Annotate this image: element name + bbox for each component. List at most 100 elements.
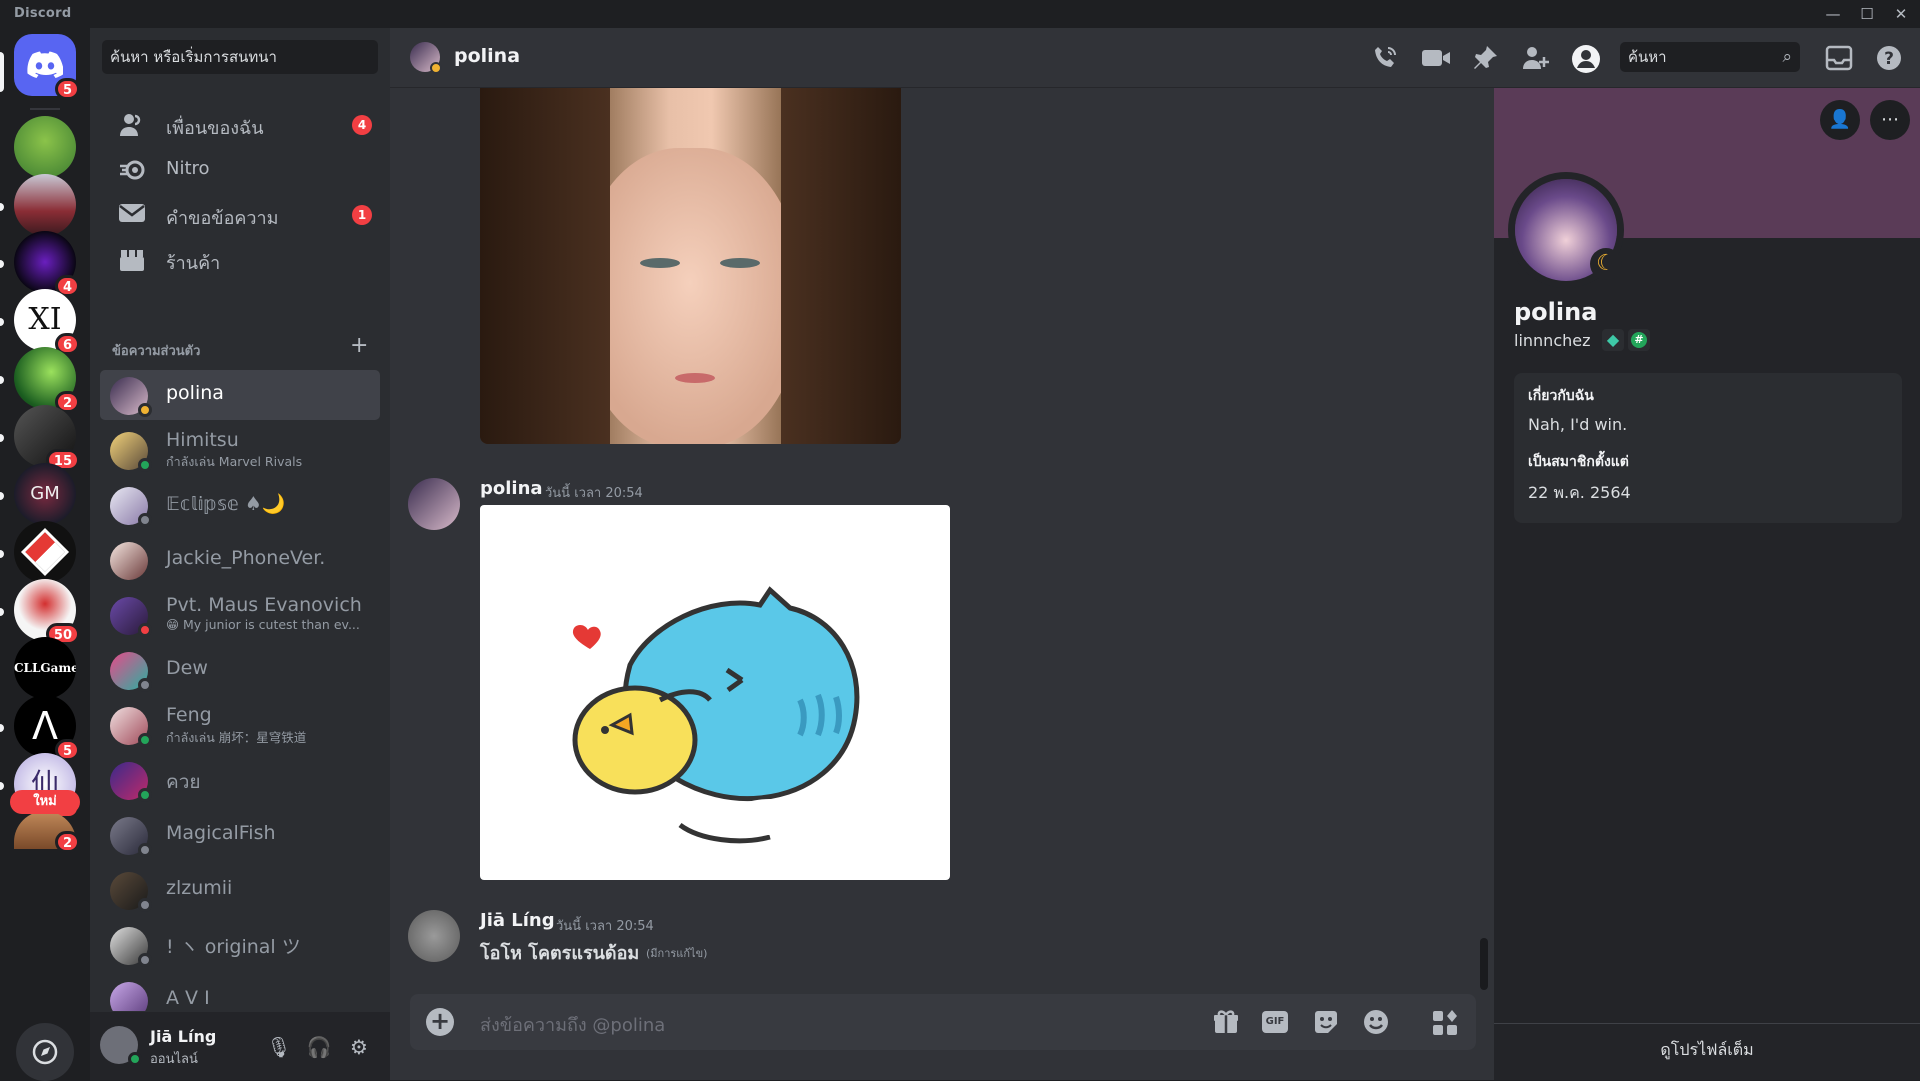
- user-status: ออนไลน์: [150, 1052, 198, 1067]
- unread-indicator: [0, 550, 4, 558]
- inbox-icon[interactable]: [1824, 43, 1856, 75]
- unread-indicator: [0, 608, 4, 616]
- pin-icon[interactable]: [1470, 43, 1502, 75]
- server-icon[interactable]: 50: [14, 579, 80, 645]
- nav-shop[interactable]: ร้านค้า: [100, 235, 380, 285]
- server-icon[interactable]: 2: [14, 811, 80, 853]
- about-me-text: Nah, I'd win.: [1528, 415, 1628, 434]
- unread-indicator: [0, 376, 4, 384]
- headphones-icon[interactable]: 🎧: [304, 1032, 334, 1062]
- dm-item-zlzumii[interactable]: zlzumii: [100, 865, 380, 915]
- server-icon[interactable]: CLLGames: [14, 637, 76, 699]
- minimize-icon[interactable]: —: [1816, 3, 1850, 25]
- video-call-icon[interactable]: [1420, 43, 1452, 75]
- maximize-icon[interactable]: ☐: [1850, 3, 1884, 25]
- message-image-sticker[interactable]: [480, 505, 950, 880]
- channel-name: polina: [454, 45, 521, 67]
- nav-friends[interactable]: เพื่อนของฉัน 4: [100, 100, 380, 150]
- server-icon[interactable]: [14, 116, 76, 178]
- add-friend-icon[interactable]: 👤: [1820, 100, 1860, 140]
- user-profile-icon[interactable]: [1570, 43, 1602, 75]
- member-since-heading: เป็นสมาชิกตั้งแต่: [1528, 454, 1629, 470]
- status-indicator: [138, 843, 152, 857]
- voice-call-icon[interactable]: [1370, 43, 1402, 75]
- dm-section-header: ข้อความส่วนตัว: [112, 344, 201, 359]
- server-icon[interactable]: [14, 174, 76, 236]
- add-friends-icon[interactable]: [1520, 43, 1552, 75]
- help-icon[interactable]: ?: [1874, 43, 1906, 75]
- nav-label: Nitro: [166, 158, 210, 179]
- nav-message-requests[interactable]: คำขอข้อความ 1: [100, 190, 380, 240]
- title-bar: Discord — ☐ ✕: [0, 0, 1920, 28]
- server-icon[interactable]: 2: [14, 347, 80, 413]
- emoji-icon[interactable]: [1362, 1008, 1392, 1038]
- profile-username: linnnchez: [1514, 331, 1591, 350]
- apps-icon[interactable]: [1430, 1008, 1460, 1038]
- header-search-input[interactable]: ค้นหา ⌕: [1620, 42, 1800, 72]
- app-title: Discord: [14, 6, 72, 21]
- dm-item-feng[interactable]: Feng กำลังเล่น 崩坏：星穹铁道: [100, 700, 380, 750]
- new-unreads-pill[interactable]: ใหม่: [10, 790, 80, 814]
- server-icon[interactable]: Λ5: [14, 695, 80, 761]
- profile-display-name: polina: [1514, 298, 1598, 326]
- scrollbar-thumb[interactable]: [1480, 938, 1488, 990]
- gift-icon[interactable]: [1212, 1008, 1242, 1038]
- badge-hashtag-icon[interactable]: #: [1628, 329, 1650, 351]
- gif-button[interactable]: GIF: [1262, 1008, 1292, 1038]
- dm-name: Feng: [166, 704, 212, 726]
- server-name-label: CLLGames: [14, 637, 76, 699]
- home-button[interactable]: 5: [14, 34, 80, 100]
- close-icon[interactable]: ✕: [1884, 3, 1918, 25]
- status-indicator: [138, 898, 152, 912]
- home-badge: 5: [54, 78, 80, 100]
- status-indicator: [138, 458, 152, 472]
- dm-name: 𝔼𝕔𝕝𝕚𝕡𝕤𝕖 ♠🌙: [166, 493, 286, 515]
- channel-header: polina ค้นหา ⌕ ?: [390, 28, 1920, 88]
- dm-item-polina[interactable]: polina: [100, 370, 380, 420]
- compass-icon: [16, 1023, 74, 1081]
- dm-name: ควย: [166, 771, 201, 793]
- sticker-icon[interactable]: [1312, 1008, 1342, 1038]
- attach-plus-icon[interactable]: +: [426, 1008, 454, 1036]
- server-icon[interactable]: [14, 521, 76, 583]
- dm-item-eclipse[interactable]: 𝔼𝕔𝕝𝕚𝕡𝕤𝕖 ♠🌙: [100, 480, 380, 530]
- message-timestamp: วันนี้ เวลา 20:54: [556, 919, 654, 934]
- message-composer[interactable]: + ส่งข้อความถึง @polina GIF: [410, 994, 1476, 1050]
- dm-name: zlzumii: [166, 877, 233, 899]
- message-avatar[interactable]: [408, 910, 460, 962]
- dm-item-khuay[interactable]: ควย: [100, 755, 380, 805]
- avatar: [110, 542, 148, 580]
- message-author[interactable]: polina: [480, 478, 543, 499]
- dm-search-input[interactable]: ค้นหา หรือเริ่มการสนทนา: [102, 40, 378, 74]
- dm-item-magicalfish[interactable]: MagicalFish: [100, 810, 380, 860]
- dm-item-avi[interactable]: A V I: [100, 975, 380, 1011]
- server-icon[interactable]: GM: [14, 463, 76, 525]
- dm-item-jackie[interactable]: Jackie_PhoneVer.: [100, 535, 380, 585]
- message-avatar[interactable]: [408, 478, 460, 530]
- discover-button[interactable]: [16, 1023, 74, 1081]
- dm-item-original[interactable]: ! ヽ original ツ: [100, 920, 380, 970]
- nav-badge: 1: [352, 205, 372, 225]
- dm-activity: 😁 My junior is cutest than ev...: [166, 617, 360, 632]
- message-author[interactable]: Jiā Líng: [480, 910, 555, 931]
- unread-indicator: [0, 260, 4, 268]
- message-timestamp: วันนี้ เวลา 20:54: [545, 486, 643, 501]
- dm-name: MagicalFish: [166, 822, 276, 844]
- badge-diamond-icon[interactable]: ◆: [1602, 329, 1624, 351]
- message-image-portrait[interactable]: [480, 88, 901, 444]
- server-icon[interactable]: 4: [14, 231, 80, 297]
- view-full-profile-button[interactable]: ดูโปรไฟล์เต็ม: [1494, 1023, 1920, 1080]
- more-options-icon[interactable]: ⋯: [1870, 100, 1910, 140]
- dm-item-himitsu[interactable]: Himitsu กำลังเล่น Marvel Rivals: [100, 425, 380, 475]
- create-dm-icon[interactable]: +: [350, 333, 368, 358]
- microphone-icon[interactable]: 🎙: [264, 1032, 294, 1062]
- dm-item-dew[interactable]: Dew: [100, 645, 380, 695]
- nav-nitro[interactable]: Nitro: [100, 145, 380, 195]
- server-icon[interactable]: XI 6: [14, 289, 80, 355]
- dm-item-maus[interactable]: Pvt. Maus Evanovich 😁 My junior is cutes…: [100, 590, 380, 640]
- status-indicator: [138, 788, 152, 802]
- dm-activity: กำลังเล่น 崩坏：星穹铁道: [166, 730, 307, 745]
- server-list: 5 4 XI6 2 15 GM 50 CLLGames Λ5 仙52 2 ใหม…: [0, 28, 90, 1081]
- server-icon[interactable]: 15: [14, 405, 80, 471]
- gear-icon[interactable]: ⚙: [344, 1032, 374, 1062]
